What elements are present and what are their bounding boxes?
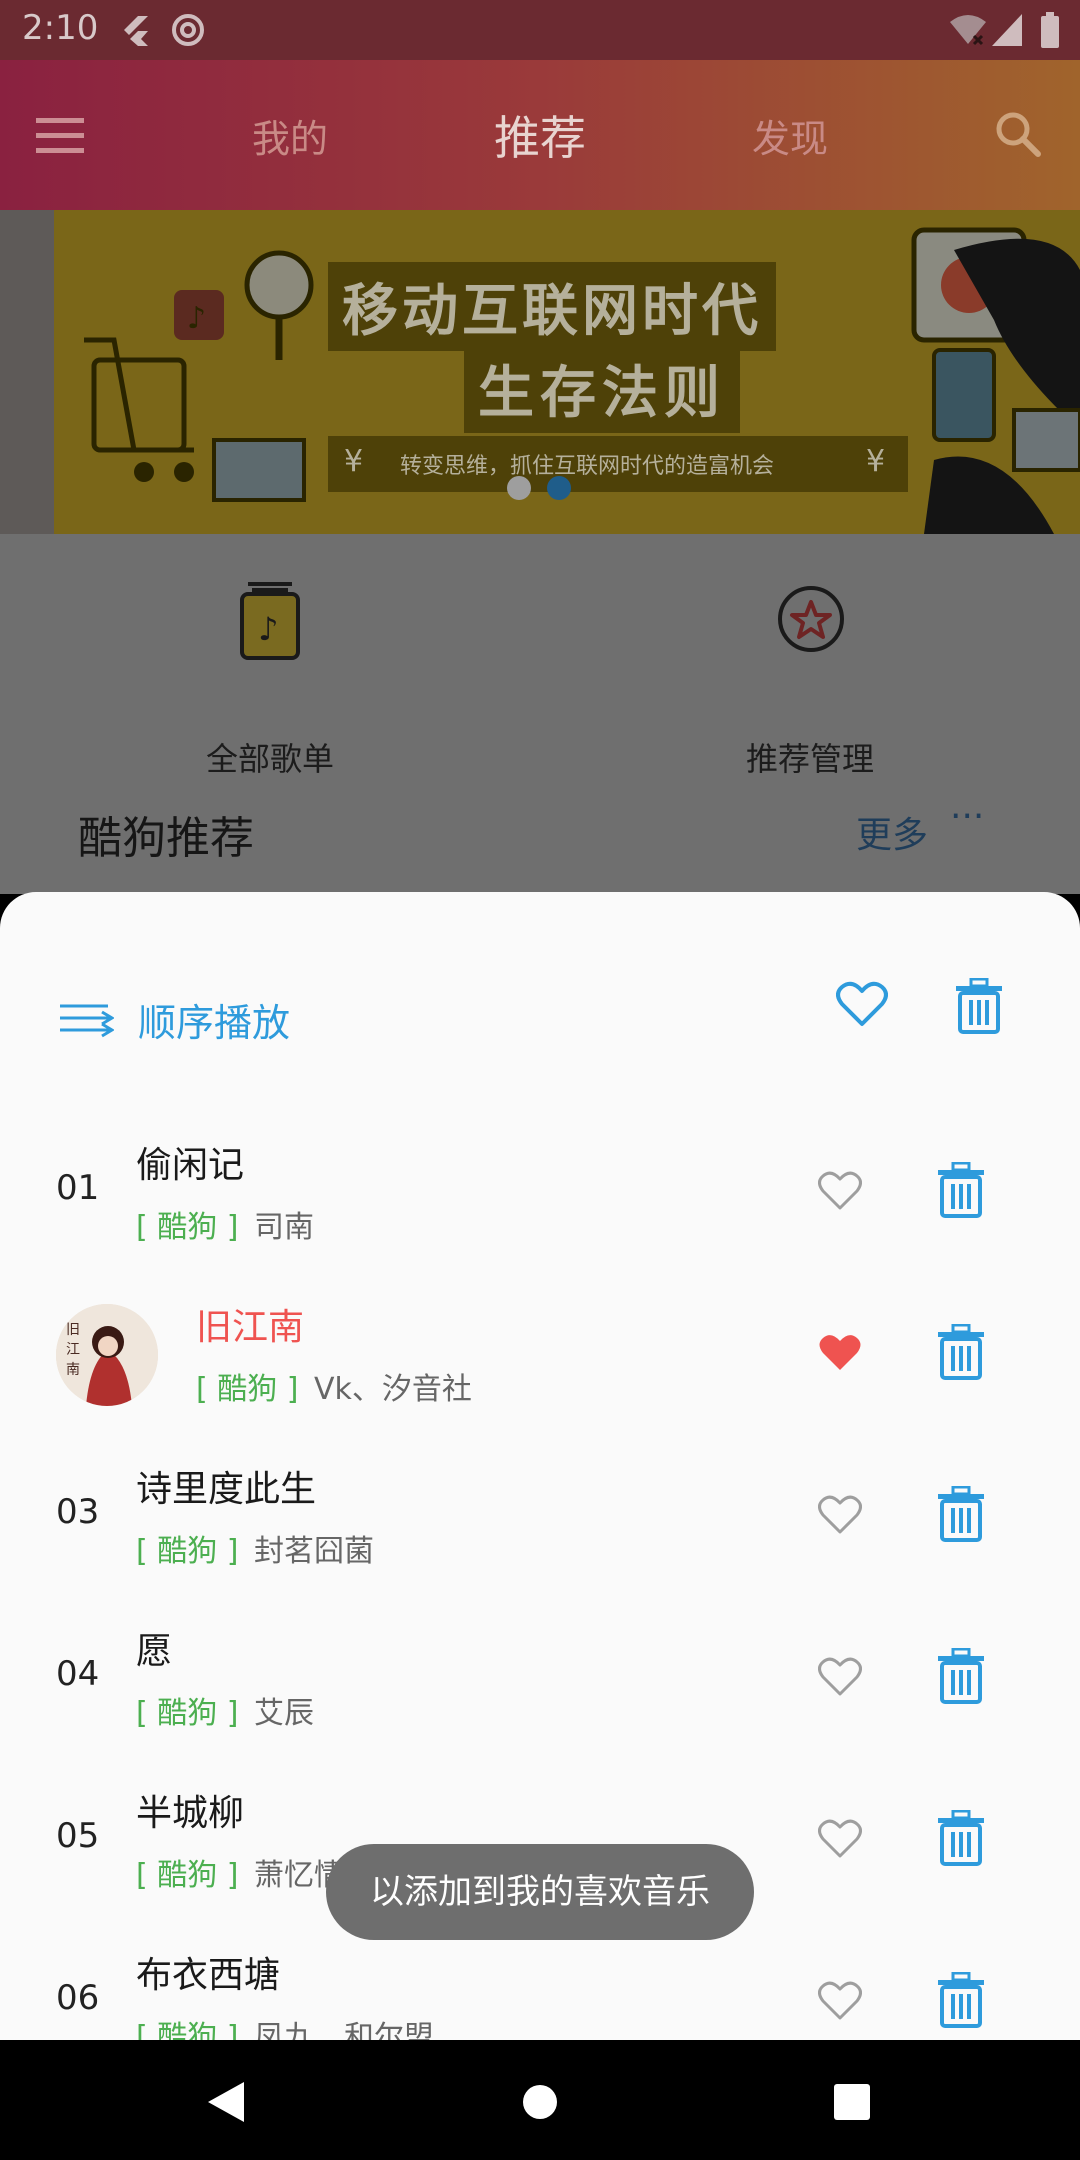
banner-yen-left: ¥ bbox=[344, 444, 364, 479]
song-title: 愿 bbox=[136, 1631, 173, 1672]
song-title: 诗里度此生 bbox=[136, 1469, 317, 1510]
ellipsis-icon[interactable]: ··· bbox=[950, 796, 984, 837]
play-mode-toggle[interactable]: 顺序播放 bbox=[58, 988, 358, 1048]
svg-text:旧: 旧 bbox=[66, 1322, 80, 1338]
clear-all-trash-icon[interactable] bbox=[954, 978, 1004, 1034]
banner-title-line1: 移动互联网时代 bbox=[328, 262, 776, 351]
song-title: 偷闲记 bbox=[136, 1145, 245, 1186]
song-row[interactable]: 06 布衣西塘 [ 酷狗 ] 凤九、和尔盟 bbox=[0, 1928, 1080, 2040]
svg-text:♪: ♪ bbox=[187, 301, 206, 336]
favorite-all-heart-icon[interactable] bbox=[836, 980, 888, 1028]
flutter-icon bbox=[124, 16, 148, 46]
trash-icon[interactable] bbox=[936, 1486, 986, 1542]
song-number: 06 bbox=[56, 1978, 100, 2018]
banner-tagline-strip: ¥ 转变思维，抓住互联网时代的造富机会 ¥ bbox=[328, 436, 908, 492]
heart-outline-icon[interactable] bbox=[818, 1656, 862, 1696]
song-subtitle: [ 酷狗 ] 司南 bbox=[136, 1202, 314, 1246]
toast-message: 以添加到我的喜欢音乐 bbox=[326, 1844, 754, 1940]
tab-recommend[interactable]: 推荐 bbox=[494, 102, 586, 168]
song-source: [ 酷狗 ] bbox=[136, 1210, 239, 1245]
song-subtitle: [ 酷狗 ] 封茗囧菌 bbox=[136, 1526, 374, 1570]
song-source: [ 酷狗 ] bbox=[196, 1372, 299, 1407]
tab-discover[interactable]: 发现 bbox=[752, 108, 828, 163]
song-source: [ 酷狗 ] bbox=[136, 2020, 239, 2040]
tab-mine[interactable]: 我的 bbox=[252, 108, 328, 163]
status-bar: 2:10 bbox=[0, 0, 1080, 60]
quick-action-all-playlists[interactable]: ♪ 全部歌单 bbox=[120, 580, 420, 780]
trash-icon[interactable] bbox=[936, 1324, 986, 1380]
banner-carousel[interactable]: ♪ 移动互联网时代 生存法则 ¥ 转变思维，抓住互联网时代的造富机会 ¥ bbox=[0, 210, 1080, 534]
song-number: 05 bbox=[56, 1816, 100, 1856]
heart-outline-icon[interactable] bbox=[818, 1980, 862, 2020]
home-icon[interactable] bbox=[522, 2084, 558, 2120]
song-row[interactable]: 03 诗里度此生 [ 酷狗 ] 封茗囧菌 bbox=[0, 1442, 1080, 1604]
system-nav-bar bbox=[0, 2040, 1080, 2160]
quick-action-recommend-manage[interactable]: 推荐管理 bbox=[660, 580, 960, 780]
song-row[interactable]: 04 愿 [ 酷狗 ] 艾辰 bbox=[0, 1604, 1080, 1766]
song-title: 半城柳 bbox=[136, 1793, 245, 1834]
menu-icon[interactable] bbox=[36, 116, 84, 156]
trash-icon[interactable] bbox=[936, 1972, 986, 2028]
star-circle-icon bbox=[778, 586, 844, 652]
banner-tagline: 转变思维，抓住互联网时代的造富机会 bbox=[400, 454, 775, 479]
svg-text:♪: ♪ bbox=[258, 610, 278, 648]
song-source: [ 酷狗 ] bbox=[136, 1534, 239, 1569]
carousel-dot-1[interactable] bbox=[507, 476, 531, 500]
song-subtitle: [ 酷狗 ] Vk、汐音社 bbox=[196, 1364, 472, 1408]
svg-text:江: 江 bbox=[66, 1342, 80, 1358]
song-artist: 凤九、和尔盟 bbox=[254, 2020, 435, 2040]
more-link[interactable]: 更多 bbox=[856, 806, 928, 858]
battery-icon bbox=[1041, 12, 1059, 48]
carousel-dot-2[interactable] bbox=[547, 476, 571, 500]
search-icon[interactable] bbox=[994, 110, 1042, 158]
app-bar: 我的 推荐 发现 bbox=[0, 60, 1080, 210]
home-content: ♪ 全部歌单 推荐管理 酷狗推荐 更多 ··· bbox=[0, 534, 1080, 894]
heart-outline-icon[interactable] bbox=[818, 1170, 862, 1210]
song-artist: 艾辰 bbox=[254, 1696, 315, 1731]
back-icon[interactable] bbox=[206, 2080, 246, 2124]
quick-action-label: 推荐管理 bbox=[745, 740, 874, 778]
no-disturb-icon bbox=[172, 14, 204, 46]
song-source: [ 酷狗 ] bbox=[136, 1696, 239, 1731]
song-row[interactable]: 01 偷闲记 [ 酷狗 ] 司南 bbox=[0, 1118, 1080, 1280]
song-artist: Vk、汐音社 bbox=[314, 1372, 472, 1407]
song-artist: 封茗囧菌 bbox=[254, 1534, 375, 1569]
banner-title-line2: 生存法则 bbox=[464, 344, 740, 433]
song-number: 04 bbox=[56, 1654, 100, 1694]
sequential-play-icon bbox=[60, 1004, 114, 1038]
section-title: 酷狗推荐 bbox=[78, 813, 254, 864]
song-subtitle: [ 酷狗 ] 凤九、和尔盟 bbox=[136, 2012, 434, 2040]
song-subtitle: [ 酷狗 ] 艾辰 bbox=[136, 1688, 314, 1732]
status-time: 2:10 bbox=[22, 8, 99, 48]
song-title: 布衣西塘 bbox=[136, 1955, 281, 1996]
signal-icon bbox=[992, 14, 1022, 46]
heart-outline-icon[interactable] bbox=[818, 1494, 862, 1534]
banner-prev-slide bbox=[0, 210, 54, 534]
recents-icon[interactable] bbox=[834, 2084, 870, 2120]
svg-text:南: 南 bbox=[66, 1362, 80, 1378]
album-cover-avatar: 旧江南 bbox=[56, 1304, 158, 1406]
trash-icon[interactable] bbox=[936, 1810, 986, 1866]
wifi-off-icon bbox=[950, 15, 986, 46]
trash-icon[interactable] bbox=[936, 1162, 986, 1218]
song-title: 旧江南 bbox=[196, 1307, 305, 1348]
banner-yen-right: ¥ bbox=[866, 444, 886, 479]
trash-icon[interactable] bbox=[936, 1648, 986, 1704]
play-mode-label: 顺序播放 bbox=[138, 1001, 291, 1045]
song-artist: 司南 bbox=[254, 1210, 315, 1245]
song-number: 01 bbox=[56, 1168, 100, 1208]
song-source: [ 酷狗 ] bbox=[136, 1858, 239, 1893]
quick-action-label: 全部歌单 bbox=[205, 740, 334, 778]
heart-outline-icon[interactable] bbox=[818, 1818, 862, 1858]
song-row[interactable]: 旧江南旧江南 [ 酷狗 ] Vk、汐音社 bbox=[0, 1280, 1080, 1442]
heart-filled-icon[interactable] bbox=[818, 1332, 862, 1372]
playlist-music-icon: ♪ bbox=[240, 582, 300, 660]
song-number: 03 bbox=[56, 1492, 100, 1532]
